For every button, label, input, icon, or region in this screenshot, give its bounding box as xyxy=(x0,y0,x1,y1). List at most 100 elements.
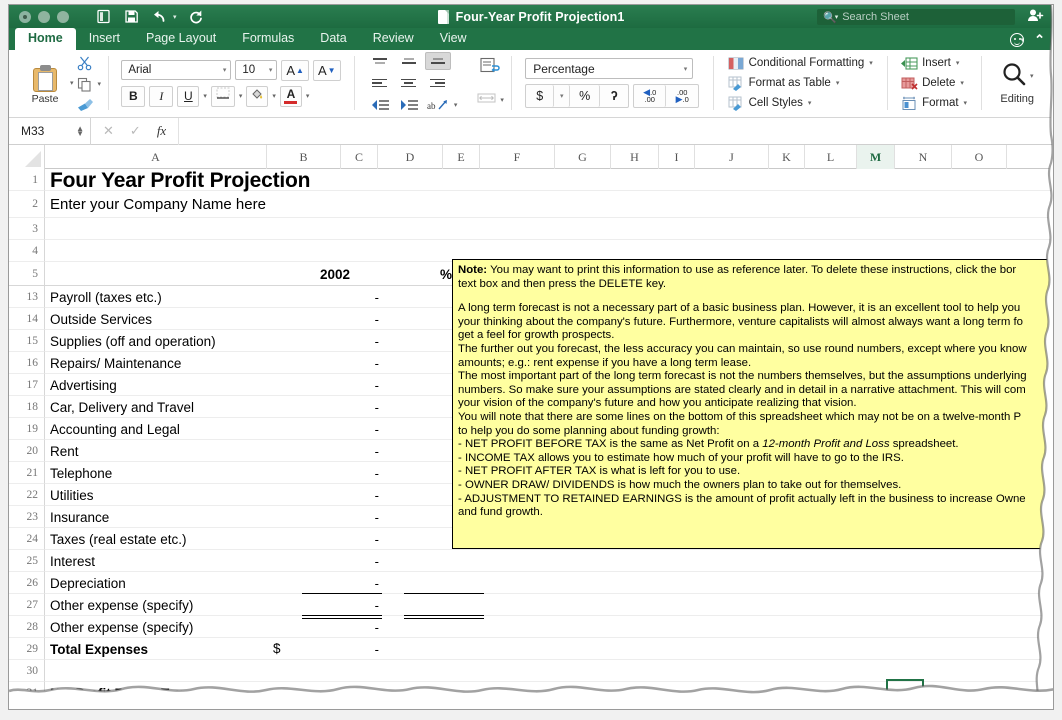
row-header-19[interactable]: 19 xyxy=(9,418,45,440)
editing-caret-icon[interactable]: ▾ xyxy=(1030,72,1034,80)
column-header-G[interactable]: G xyxy=(555,145,611,169)
row-header-20[interactable]: 20 xyxy=(9,440,45,462)
column-header-J[interactable]: J xyxy=(695,145,769,169)
insert-cells-caret-icon[interactable]: ▾ xyxy=(956,59,960,67)
grow-font-button[interactable]: A ▲ xyxy=(281,59,309,81)
number-format-select[interactable]: Percentage ▾ xyxy=(525,58,694,79)
row-header-1[interactable]: 1 xyxy=(9,169,45,191)
add-person-icon[interactable] xyxy=(1027,8,1044,26)
undo-icon[interactable] xyxy=(151,8,168,25)
row-cells-1[interactable]: Four Year Profit Projection xyxy=(45,169,1053,192)
row-cells-25[interactable]: Interest - xyxy=(45,550,1053,572)
font-size-select[interactable]: 10 ▾ xyxy=(235,60,278,80)
font-color-button[interactable]: A xyxy=(279,85,302,107)
cell-styles-button[interactable]: Cell Styles ▾ xyxy=(728,96,873,111)
italic-button[interactable]: I xyxy=(149,85,174,107)
row-header-5[interactable]: 5 xyxy=(9,262,45,286)
column-header-M[interactable]: M xyxy=(857,145,895,169)
redo-icon[interactable] xyxy=(188,8,205,25)
row-cells-28[interactable]: Other expense (specify) - xyxy=(45,616,1053,638)
row-cells-29[interactable]: Total Expenses $ - xyxy=(45,638,1053,660)
row-header-17[interactable]: 17 xyxy=(9,374,45,396)
align-right-button[interactable] xyxy=(425,74,451,92)
tab-page-layout[interactable]: Page Layout xyxy=(133,28,229,50)
delete-cells-caret-icon[interactable]: ▾ xyxy=(960,79,964,87)
decrease-decimal-button[interactable]: .00 ▶.0 xyxy=(666,85,699,107)
save-icon[interactable] xyxy=(123,8,140,25)
editing-button[interactable]: ▾ Editing xyxy=(988,61,1046,105)
orientation-dropdown-caret-icon[interactable]: ▾ xyxy=(454,101,458,109)
wrap-text-button[interactable] xyxy=(477,57,503,79)
fill-color-button[interactable] xyxy=(246,85,269,107)
tab-home[interactable]: Home xyxy=(15,28,76,50)
close-window-button[interactable] xyxy=(19,10,31,23)
tab-review[interactable]: Review xyxy=(360,28,427,50)
feedback-smiley-icon[interactable] xyxy=(1009,33,1024,47)
tab-view[interactable]: View xyxy=(427,28,480,50)
align-left-button[interactable] xyxy=(367,74,393,92)
align-center-button[interactable] xyxy=(396,74,422,92)
row-header-26[interactable]: 26 xyxy=(9,572,45,594)
align-top-button[interactable] xyxy=(367,52,393,70)
tab-data[interactable]: Data xyxy=(307,28,359,50)
conditional-formatting-caret-icon[interactable]: ▾ xyxy=(869,59,873,67)
underline-button[interactable]: U xyxy=(177,85,200,107)
column-header-D[interactable]: D xyxy=(378,145,443,169)
row-header-4[interactable]: 4 xyxy=(9,240,45,262)
row-header-21[interactable]: 21 xyxy=(9,462,45,484)
increase-decimal-button[interactable]: ◀.0.00 xyxy=(634,85,667,107)
select-all-corner[interactable] xyxy=(9,145,45,169)
tab-formulas[interactable]: Formulas xyxy=(229,28,307,50)
row-header-13[interactable]: 13 xyxy=(9,286,45,308)
merge-cells-button[interactable]: ▾ xyxy=(477,91,504,110)
copy-icon[interactable] xyxy=(77,76,94,92)
column-header-O[interactable]: O xyxy=(952,145,1007,169)
align-middle-button[interactable] xyxy=(396,52,422,70)
row-header-27[interactable]: 27 xyxy=(9,594,45,616)
borders-button[interactable] xyxy=(210,85,235,107)
row-header-32[interactable]: 32 xyxy=(9,704,45,709)
new-from-template-icon[interactable] xyxy=(95,8,112,25)
merge-dropdown-caret-icon[interactable]: ▾ xyxy=(500,96,504,104)
undo-dropdown-caret-icon[interactable]: ▾ xyxy=(173,13,177,21)
delete-cells-button[interactable]: Delete ▾ xyxy=(901,76,967,91)
row-header-16[interactable]: 16 xyxy=(9,352,45,374)
name-box[interactable]: M33 ▲ ▼ xyxy=(9,117,91,145)
row-header-3[interactable]: 3 xyxy=(9,218,45,240)
collapse-ribbon-icon[interactable]: ⌃ xyxy=(1034,32,1045,48)
selected-cell-M33[interactable] xyxy=(886,679,924,701)
row-header-24[interactable]: 24 xyxy=(9,528,45,550)
row-header-25[interactable]: 25 xyxy=(9,550,45,572)
underline-dropdown-caret-icon[interactable]: ▾ xyxy=(203,92,207,100)
font-family-select[interactable]: Arial ▾ xyxy=(121,60,232,80)
search-input[interactable]: 🔍 ▾ Search Sheet xyxy=(817,9,1015,25)
row-header-14[interactable]: 14 xyxy=(9,308,45,330)
align-bottom-button[interactable] xyxy=(424,52,451,70)
column-header-L[interactable]: L xyxy=(805,145,857,169)
row-header-22[interactable]: 22 xyxy=(9,484,45,506)
font-color-dropdown-caret-icon[interactable]: ▾ xyxy=(306,92,310,100)
decrease-indent-button[interactable] xyxy=(367,96,393,114)
row-header-31[interactable]: 31 xyxy=(9,682,45,704)
borders-dropdown-caret-icon[interactable]: ▾ xyxy=(239,92,243,100)
column-header-K[interactable]: K xyxy=(769,145,805,169)
column-header-N[interactable]: N xyxy=(895,145,952,169)
bold-button[interactable]: B xyxy=(121,85,146,107)
increase-indent-button[interactable] xyxy=(396,96,422,114)
row-cells-3[interactable] xyxy=(45,218,1053,240)
column-header-E[interactable]: E xyxy=(443,145,480,169)
shrink-font-button[interactable]: A ▼ xyxy=(312,59,341,81)
currency-dropdown-caret-icon[interactable]: ▾ xyxy=(554,85,571,107)
tab-insert[interactable]: Insert xyxy=(76,28,133,50)
scissors-icon[interactable] xyxy=(77,55,94,71)
column-header-H[interactable]: H xyxy=(611,145,659,169)
currency-format-button[interactable]: $ xyxy=(526,85,555,107)
formula-input[interactable] xyxy=(179,118,1053,145)
paintbrush-icon[interactable] xyxy=(77,97,94,113)
column-header-B[interactable]: B xyxy=(267,145,341,169)
column-header-C[interactable]: C xyxy=(341,145,378,169)
orientation-button[interactable]: ab xyxy=(425,96,451,114)
column-header-A[interactable]: A xyxy=(45,145,267,169)
name-box-spinner-icon[interactable]: ▲ ▼ xyxy=(76,125,84,138)
search-dropdown-caret-icon[interactable]: ▾ xyxy=(835,13,839,21)
